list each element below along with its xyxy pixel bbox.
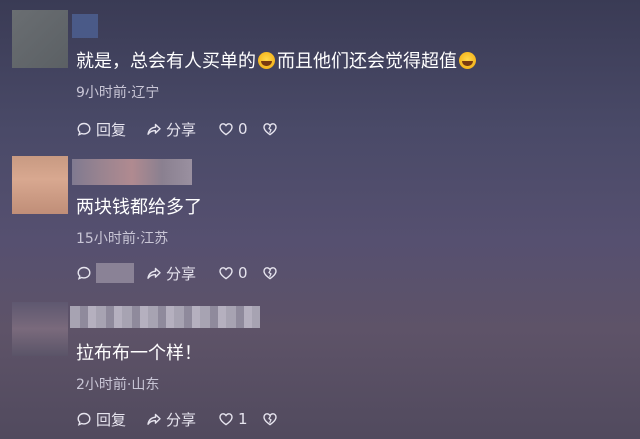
dislike-button[interactable]: [262, 119, 282, 139]
dislike-icon: [263, 413, 277, 426]
dislike-button[interactable]: [262, 263, 282, 283]
comment-text: 就是，总会有人买单的 而且他们还会觉得超值: [76, 51, 478, 73]
like-count: 0: [238, 120, 248, 138]
avatar-blurred[interactable]: [12, 10, 68, 68]
laugh-cry-emoji-icon: [459, 52, 476, 69]
share-icon: [147, 267, 161, 279]
dislike-icon: [263, 267, 277, 280]
username-blurred[interactable]: [70, 306, 260, 328]
like-icon: [219, 413, 233, 426]
share-button[interactable]: 分享: [146, 263, 196, 283]
share-label: 分享: [166, 410, 197, 429]
comment-text-part-2: 而且他们还会觉得超值: [277, 51, 457, 72]
reply-button[interactable]: 回复: [76, 409, 126, 429]
share-button[interactable]: 分享: [146, 409, 196, 429]
like-icon: [219, 123, 233, 136]
share-label: 分享: [166, 264, 197, 283]
reply-button[interactable]: 回复: [76, 119, 126, 139]
laugh-cry-emoji-icon: [258, 52, 275, 69]
share-icon: [147, 413, 161, 425]
share-icon: [147, 123, 161, 135]
reply-icon: [77, 266, 91, 280]
like-icon: [219, 267, 233, 280]
dislike-icon: [263, 123, 277, 136]
reply-label: 回复: [96, 120, 127, 139]
share-label: 分享: [166, 120, 197, 139]
comment-text-part-1: 就是，总会有人买单的: [76, 51, 256, 72]
like-button[interactable]: 0: [218, 119, 248, 139]
reply-label-blurred: [96, 263, 134, 283]
like-count: 0: [238, 264, 248, 282]
dislike-button[interactable]: [262, 409, 282, 429]
like-count: 1: [238, 410, 248, 428]
share-button[interactable]: 分享: [146, 119, 196, 139]
avatar-blurred[interactable]: [12, 302, 68, 356]
username-blurred[interactable]: [72, 14, 98, 38]
reply-icon: [77, 412, 91, 426]
avatar-blurred[interactable]: [12, 156, 68, 214]
reply-label: 回复: [96, 410, 127, 429]
like-button[interactable]: 0: [218, 263, 248, 283]
like-button[interactable]: 1: [218, 409, 248, 429]
comment-meta: 15小时前·江苏: [76, 231, 169, 247]
comment-text: 两块钱都给多了: [76, 197, 202, 218]
reply-button[interactable]: [76, 263, 134, 283]
reply-icon: [77, 122, 91, 136]
comment-meta: 9小时前·辽宁: [76, 85, 160, 101]
comment-meta: 2小时前·山东: [76, 377, 160, 393]
comment-text: 拉布布一个样！: [76, 343, 202, 364]
username-blurred[interactable]: [72, 159, 192, 185]
